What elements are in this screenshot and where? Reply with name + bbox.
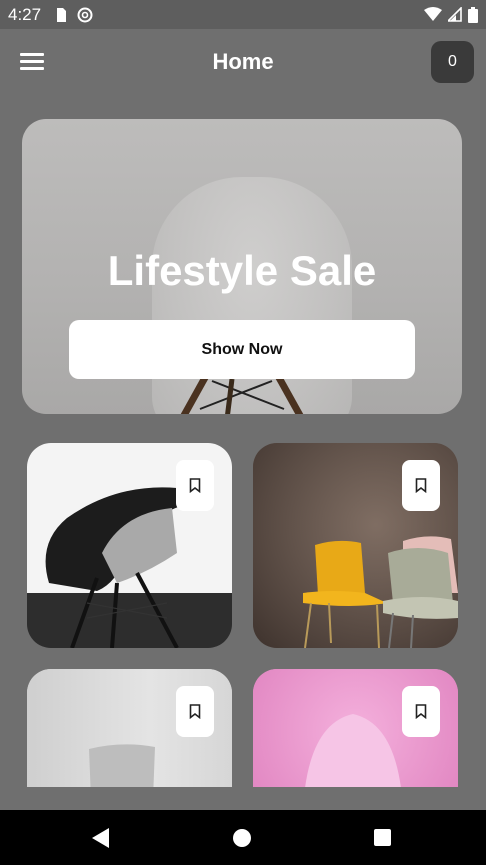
hero-title: Lifestyle Sale <box>107 247 377 294</box>
product-card-white-chair[interactable] <box>27 669 232 787</box>
bookmark-button-3[interactable] <box>176 686 214 737</box>
bookmark-icon <box>415 478 427 493</box>
show-now-button[interactable]: Show Now <box>69 320 415 379</box>
status-bar: 4:27 <box>0 0 486 29</box>
product-card-black-chair[interactable] <box>27 443 232 648</box>
bookmark-icon <box>189 704 201 719</box>
battery-icon <box>468 6 478 23</box>
signal-icon <box>448 7 462 22</box>
cart-count-button[interactable]: 0 <box>431 41 474 83</box>
bookmark-icon <box>415 704 427 719</box>
bookmark-icon <box>189 478 201 493</box>
page-title: Home <box>212 49 274 74</box>
status-time: 4:27 <box>8 4 42 24</box>
product-card-pink-chair[interactable] <box>253 669 458 787</box>
wifi-icon <box>424 7 442 21</box>
do-not-disturb-icon <box>77 7 93 22</box>
back-icon[interactable] <box>92 828 110 848</box>
hero-banner: Lifestyle Sale Show Now <box>22 119 462 414</box>
sd-card-icon <box>57 7 67 22</box>
recents-icon[interactable] <box>374 829 391 846</box>
app-bar: Home 0 <box>0 29 486 97</box>
status-right-icons <box>424 6 478 23</box>
bookmark-button-2[interactable] <box>402 460 440 511</box>
product-card-yellow-chairs[interactable] <box>253 443 458 648</box>
bookmark-button-1[interactable] <box>176 460 214 511</box>
system-nav-bar <box>0 810 486 865</box>
bookmark-button-4[interactable] <box>402 686 440 737</box>
home-icon[interactable] <box>233 829 251 847</box>
